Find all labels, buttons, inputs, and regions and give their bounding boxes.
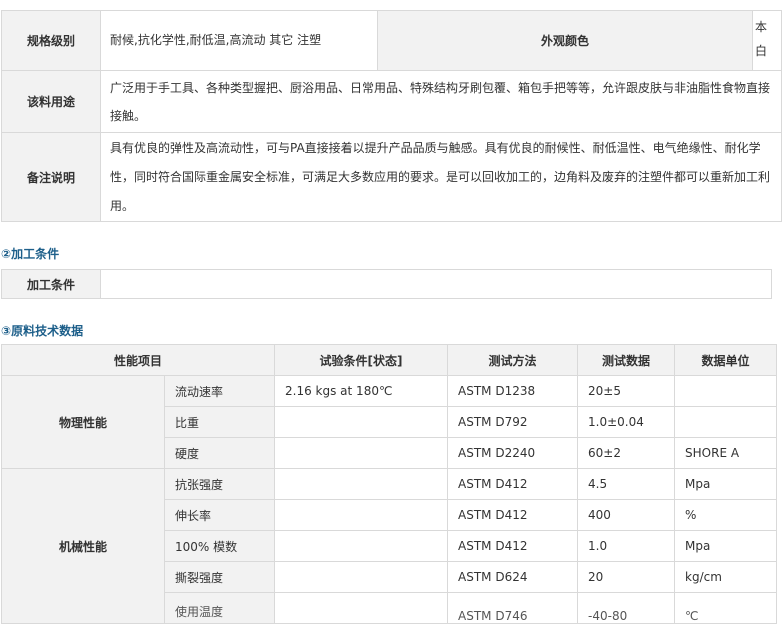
property-cell: 使用温度 [175, 605, 224, 619]
unit-cell: SHORE A [674, 437, 778, 469]
grade-label: 规格级别 [1, 10, 101, 71]
value-cell: 1.0 [577, 530, 676, 562]
group-mechanical: 机械性能 [1, 468, 165, 624]
note-value: 具有优良的弹性及高流动性，可与PA直接接着以提升产品品质与触感。具有优良的耐候性… [100, 132, 782, 222]
value-cell: 60±2 [577, 437, 676, 469]
unit-cell: Mpa [674, 530, 778, 562]
header-condition: 试验条件[状态] [274, 344, 449, 376]
method-cell: ASTM D746 [458, 609, 528, 623]
property-cell: 撕裂强度 [163, 561, 276, 593]
tech-section-title: ③原料技术数据 [1, 324, 84, 338]
processing-label: 加工条件 [1, 269, 101, 299]
method-cell: ASTM D624 [447, 561, 579, 593]
condition-cell [274, 406, 449, 438]
product-info-table: 规格级别 耐候,抗化学性,耐低温,高流动 其它 注塑 外观颜色 本白 该料用途 … [1, 10, 782, 222]
condition-cell [274, 592, 449, 624]
group-physical: 物理性能 [1, 375, 165, 469]
header-method: 测试方法 [447, 344, 579, 376]
condition-cell [274, 561, 449, 593]
value-cell: 20 [577, 561, 676, 593]
method-cell: ASTM D792 [447, 406, 579, 438]
color-value: 本白 [755, 20, 768, 58]
processing-value [100, 269, 772, 299]
method-cell: ASTM D412 [447, 468, 579, 500]
condition-cell [274, 468, 449, 500]
header-value: 测试数据 [577, 344, 676, 376]
grade-value: 耐候,抗化学性,耐低温,高流动 其它 注塑 [100, 10, 378, 71]
property-cell: 抗张强度 [163, 468, 276, 500]
header-unit: 数据单位 [674, 344, 778, 376]
unit-cell: ℃ [685, 609, 699, 623]
property-cell: 硬度 [163, 437, 276, 469]
note-label: 备注说明 [1, 132, 101, 222]
unit-cell: Mpa [674, 468, 778, 500]
unit-cell [674, 375, 778, 407]
condition-cell: 2.16 kgs at 180℃ [274, 375, 449, 407]
property-cell: 流动速率 [163, 375, 276, 407]
table-row: 机械性能 抗张强度 ASTM D412 4.5 Mpa [1, 468, 778, 624]
condition-cell [274, 499, 449, 531]
method-cell: ASTM D412 [447, 499, 579, 531]
processing-table: 加工条件 [1, 269, 772, 299]
method-cell: ASTM D2240 [447, 437, 579, 469]
tech-data-table: 性能项目 试验条件[状态] 测试方法 测试数据 数据单位 物理性能 流动速率 2… [0, 344, 778, 624]
method-cell: ASTM D1238 [447, 375, 579, 407]
value-cell: -40-80 [588, 609, 628, 623]
unit-cell: % [674, 499, 778, 531]
use-value: 广泛用于手工具、各种类型握把、厨浴用品、日常用品、特殊结构牙刷包覆、箱包手把等等… [100, 70, 782, 133]
value-cell: 4.5 [577, 468, 676, 500]
value-cell: 20±5 [577, 375, 676, 407]
color-label: 外观颜色 [377, 10, 753, 71]
use-label: 该料用途 [1, 70, 101, 133]
unit-cell: kg/cm [674, 561, 778, 593]
value-cell: 400 [577, 499, 676, 531]
processing-section-title: ②加工条件 [1, 247, 60, 261]
property-cell: 100% 模数 [163, 530, 276, 562]
unit-cell [674, 406, 778, 438]
property-cell: 比重 [163, 406, 276, 438]
property-cell: 伸长率 [163, 499, 276, 531]
header-property: 性能项目 [0, 344, 276, 376]
value-cell: 1.0±0.04 [577, 406, 676, 438]
condition-cell [274, 530, 449, 562]
method-cell: ASTM D412 [447, 530, 579, 562]
condition-cell [274, 437, 449, 469]
table-row: 物理性能 流动速率 2.16 kgs at 180℃ ASTM D1238 20… [1, 375, 778, 469]
